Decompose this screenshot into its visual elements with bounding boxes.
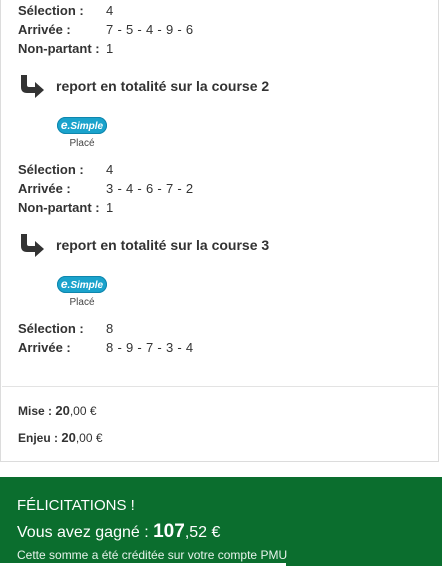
winnings-prefix: Vous avez gagné :: [17, 524, 149, 541]
esimple-logo: e.Simple: [57, 276, 107, 293]
non-partant-label: Non-partant :: [18, 41, 100, 56]
enjeu-label: Enjeu :: [18, 431, 59, 445]
selection-label: Sélection :: [18, 321, 84, 336]
bet-type-badge: e.Simple Placé: [57, 117, 107, 149]
winnings-banner: FÉLICITATIONS ! Vous avez gagné : 107,52…: [0, 477, 442, 566]
curved-arrow-right-icon: [21, 234, 44, 257]
bet-type-label: Placé: [69, 138, 95, 149]
bet-type-badge: e.Simple Placé: [57, 276, 107, 308]
mise-amount: 20: [55, 403, 70, 418]
mise-decimals: ,00 €: [69, 404, 97, 418]
arrivee-value: 3 - 4 - 6 - 7 - 2: [106, 181, 194, 196]
bet-type-label: Placé: [69, 297, 95, 308]
winnings-decimals: ,52 €: [184, 524, 221, 541]
winnings-line: Vous avez gagné : 107,52 €: [17, 521, 220, 543]
report-text: report en totalité sur la course 2: [56, 78, 270, 94]
arrivee-label: Arrivée :: [18, 340, 71, 355]
enjeu-decimals: ,00 €: [75, 431, 103, 445]
winnings-amount: 107: [153, 521, 185, 542]
selection-value: 8: [106, 321, 114, 336]
divider: [2, 386, 439, 387]
arrivee-value: 8 - 9 - 7 - 3 - 4: [106, 340, 194, 355]
selection-label: Sélection :: [18, 3, 84, 18]
arrivee-label: Arrivée :: [18, 181, 71, 196]
congratulations-title: FÉLICITATIONS !: [17, 497, 135, 514]
selection-value: 4: [106, 162, 114, 177]
mise-label: Mise :: [18, 404, 53, 418]
enjeu-amount: 20: [61, 430, 76, 445]
non-partant-value: 1: [106, 200, 114, 215]
arrivee-label: Arrivée :: [18, 22, 71, 37]
enjeu-line: Enjeu : 20,00 €: [18, 430, 103, 445]
report-text: report en totalité sur la course 3: [56, 237, 270, 253]
non-partant-label: Non-partant :: [18, 200, 100, 215]
esimple-logo: e.Simple: [57, 117, 107, 134]
curved-arrow-right-icon: [21, 75, 44, 98]
mise-line: Mise : 20,00 €: [18, 403, 97, 418]
arrivee-value: 7 - 5 - 4 - 9 - 6: [106, 22, 194, 37]
bet-detail-card: Sélection : 4 Arrivée : 7 - 5 - 4 - 9 - …: [0, 0, 439, 462]
selection-label: Sélection :: [18, 162, 84, 177]
non-partant-value: 1: [106, 41, 114, 56]
selection-value: 4: [106, 3, 114, 18]
credited-note: Cette somme a été créditée sur votre com…: [17, 548, 288, 562]
